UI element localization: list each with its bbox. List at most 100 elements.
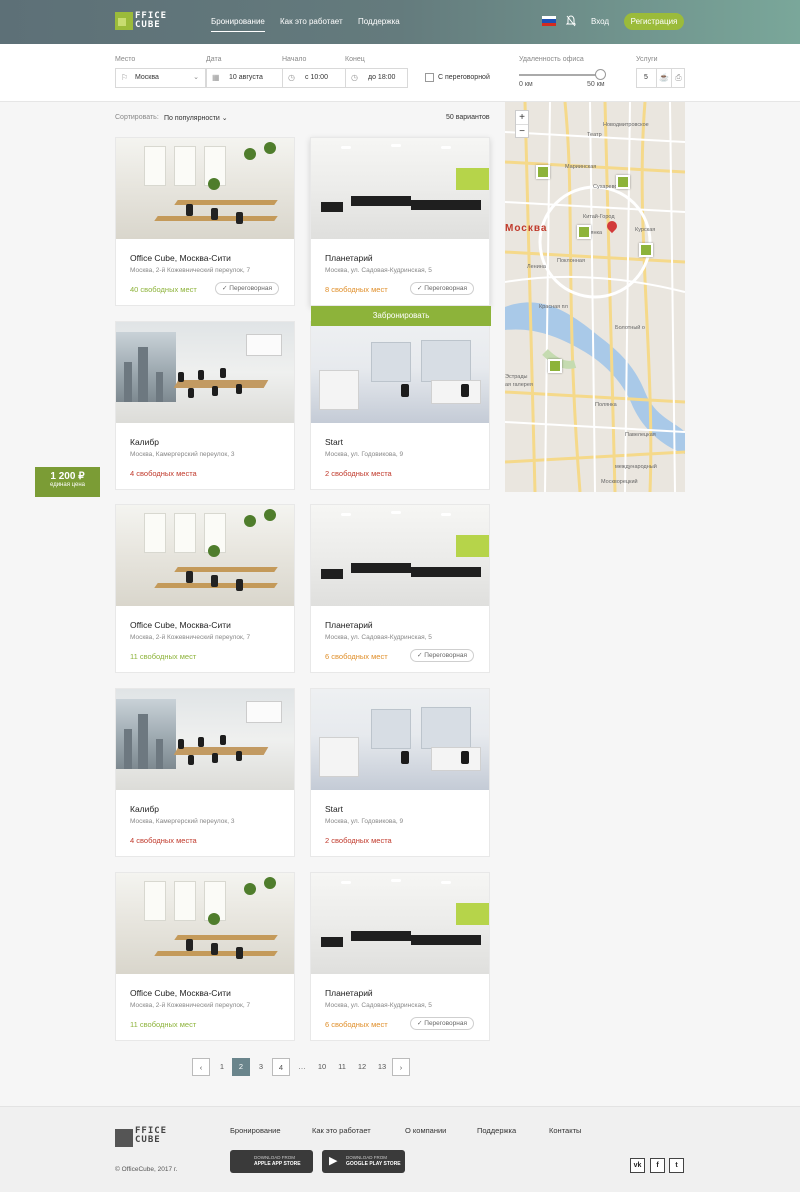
office-photo[interactable] [311, 505, 489, 606]
office-card[interactable]: Start Москва, ул. Годовикова, 9 2 свободны… [310, 688, 490, 857]
next-page-button[interactable]: › [392, 1058, 410, 1076]
page-button[interactable]: 10 [313, 1058, 331, 1076]
office-card[interactable]: Планетарий Москва, ул. Садовая-Кудринская… [310, 504, 490, 673]
office-name[interactable]: Планетарий [325, 620, 373, 630]
free-seats: 6 свободных мест [325, 652, 388, 661]
office-name[interactable]: Калибр [130, 437, 159, 447]
office-name[interactable]: Планетарий [325, 988, 373, 998]
office-photo[interactable] [116, 322, 294, 423]
meeting-room-badge-label: Переговорная [229, 285, 272, 292]
office-photo[interactable] [116, 138, 294, 239]
printer-icon[interactable]: ⎙ [671, 69, 685, 87]
sort-dropdown[interactable]: По популярности ⌄ [164, 114, 228, 122]
results-count: 50 вариантов [446, 114, 490, 121]
footer-logo[interactable]: FFICE CUBE [115, 1127, 181, 1147]
clock-icon: ◷ [351, 73, 358, 82]
office-photo[interactable] [311, 138, 489, 239]
office-name[interactable]: Start [325, 804, 343, 814]
office-photo[interactable] [116, 689, 294, 790]
map-label: Ленина [527, 264, 546, 270]
map-label: Павелецкая [625, 432, 656, 438]
register-button[interactable]: Регистрация [624, 13, 684, 30]
services-selector[interactable]: 5 ☕ ⎙ [636, 68, 685, 88]
date-field[interactable]: ▦ 10 августа [206, 68, 283, 88]
office-card[interactable]: Office Cube, Москва-Сити Москва, 2-й Коже… [115, 872, 295, 1041]
page-button[interactable]: 1 [213, 1058, 231, 1076]
footer-link-contacts[interactable]: Контакты [549, 1126, 581, 1135]
facebook-icon[interactable]: f [650, 1158, 665, 1173]
prev-page-button[interactable]: ‹ [192, 1058, 210, 1076]
end-time-field[interactable]: ◷ до 18:00 [345, 68, 408, 88]
nav-support[interactable]: Поддержка [358, 17, 400, 26]
chevron-down-icon: ⌄ [193, 74, 199, 81]
book-button[interactable]: Забронировать [311, 306, 491, 326]
office-card[interactable]: Office Cube, Москва-Сити Москва, 2-й Коже… [115, 504, 295, 673]
chevron-down-icon: ⌄ [221, 115, 228, 122]
page-button[interactable]: 3 [252, 1058, 270, 1076]
zoom-out-button[interactable]: − [516, 125, 528, 139]
office-name[interactable]: Калибр [130, 804, 159, 814]
meeting-room-checkbox[interactable] [425, 73, 434, 82]
office-name[interactable]: Планетарий [325, 253, 373, 263]
office-name[interactable]: Office Cube, Москва-Сити [130, 620, 231, 630]
date-label: Дата [206, 56, 222, 63]
language-flag-icon[interactable] [542, 16, 556, 26]
office-map-marker[interactable] [639, 243, 653, 257]
page-button[interactable]: 2 [232, 1058, 250, 1076]
office-name[interactable]: Start [325, 437, 343, 447]
office-card[interactable]: Планетарий Москва, ул. Садовая-Кудринская… [310, 872, 490, 1041]
meeting-room-badge: ✓ Переговорная [410, 649, 474, 662]
play-store-small: DOWNLOAD FROM [346, 1155, 387, 1160]
office-map-marker[interactable] [616, 175, 630, 189]
meeting-room-badge-label: Переговорная [424, 1020, 467, 1027]
coffee-icon[interactable]: ☕ [656, 69, 671, 87]
office-photo[interactable] [311, 689, 489, 790]
app-store-button[interactable]: DOWNLOAD FROM APPLE APP STORE [230, 1150, 313, 1173]
vk-icon[interactable]: vk [630, 1158, 645, 1173]
office-card[interactable]: Office Cube, Москва-Сити Москва, 2-й Коже… [115, 137, 295, 306]
page-button[interactable]: 4 [272, 1058, 290, 1076]
office-map-marker[interactable] [548, 359, 562, 373]
nav-how-it-works[interactable]: Как это работает [280, 17, 343, 26]
office-name[interactable]: Office Cube, Москва-Сити [130, 988, 231, 998]
office-map-marker[interactable] [577, 225, 591, 239]
place-select[interactable]: ⚐ Москва ⌄ [115, 68, 206, 88]
office-map-marker[interactable] [536, 165, 550, 179]
footer-link-support[interactable]: Поддержка [477, 1126, 516, 1135]
start-time-field[interactable]: ◷ с 10:00 [282, 68, 346, 88]
footer-link-about[interactable]: О компании [405, 1126, 446, 1135]
login-link[interactable]: Вход [591, 17, 609, 26]
page-button[interactable]: 11 [333, 1058, 351, 1076]
office-card[interactable]: Планетарий Москва, ул. Садовая-Кудринская… [310, 137, 491, 326]
office-photo[interactable] [116, 873, 294, 974]
office-photo[interactable] [311, 873, 489, 974]
map-label: Полянка [595, 402, 617, 408]
google-play-button[interactable]: ▶ DOWNLOAD FROM GOOGLE PLAY STORE [322, 1150, 405, 1173]
footer-link-how-it-works[interactable]: Как это работает [312, 1126, 371, 1135]
office-card[interactable]: Start Москва, ул. Годовикова, 9 2 свободны… [310, 321, 490, 490]
services-label: Услуги [636, 56, 658, 63]
free-seats: 40 свободных мест [130, 285, 197, 294]
distance-slider-track[interactable] [519, 74, 601, 76]
office-card[interactable]: Калибр Москва, Камергерский переулок, 3 4 … [115, 321, 295, 490]
page-button[interactable]: 12 [353, 1058, 371, 1076]
place-value: Москва [135, 74, 159, 81]
footer-logo-text: FFICE CUBE [135, 1127, 167, 1145]
app-store-small: DOWNLOAD FROM [254, 1155, 295, 1160]
page-button[interactable]: 13 [373, 1058, 391, 1076]
office-name[interactable]: Office Cube, Москва-Сити [130, 253, 231, 263]
office-photo[interactable] [311, 322, 489, 423]
footer-link-booking[interactable]: Бронирование [230, 1126, 281, 1135]
map[interactable]: + − Москва Новодмитровское Театр Сухарев… [505, 102, 685, 492]
zoom-in-button[interactable]: + [516, 111, 528, 125]
flag-icon: ⚐ [121, 73, 129, 82]
office-card[interactable]: Калибр Москва, Камергерский переулок, 3 4 … [115, 688, 295, 857]
end-label: Конец [345, 56, 365, 63]
office-photo[interactable] [116, 505, 294, 606]
notifications-off-icon[interactable] [565, 15, 577, 27]
distance-slider-thumb[interactable] [595, 69, 606, 80]
nav-booking[interactable]: Бронирование [211, 17, 265, 32]
twitter-icon[interactable]: t [669, 1158, 684, 1173]
logo[interactable]: FFICE CUBE [115, 12, 181, 32]
office-address: Москва, ул. Годовикова, 9 [325, 818, 404, 825]
